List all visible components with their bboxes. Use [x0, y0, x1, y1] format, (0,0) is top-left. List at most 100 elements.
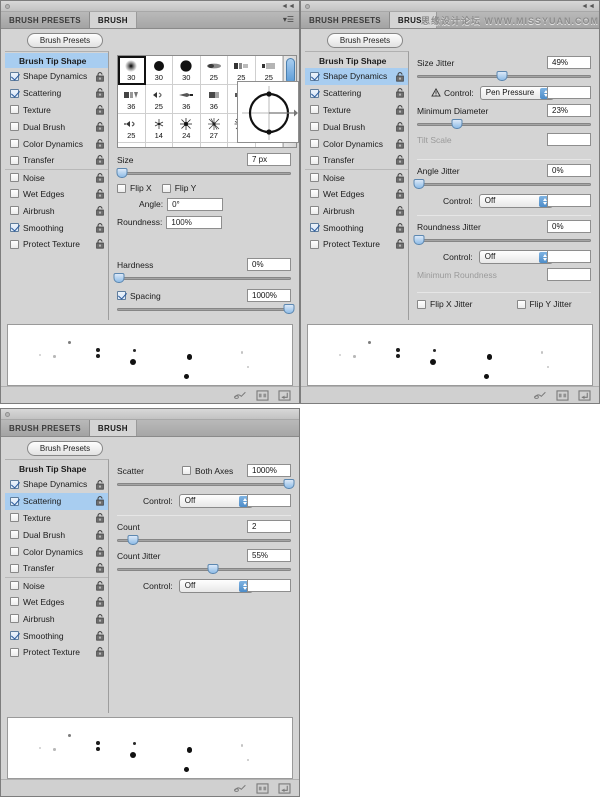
brush-presets-button-bottom[interactable]: Brush Presets: [27, 441, 103, 456]
scatter-field[interactable]: 1000%: [247, 464, 291, 477]
angle-jitter-field[interactable]: 0%: [547, 164, 591, 177]
checkbox-transfer[interactable]: [10, 155, 19, 165]
sidebar-item-wet-edges[interactable]: Wet Edges: [5, 594, 108, 611]
window-close-dot-bottom[interactable]: [5, 412, 10, 417]
panel-menu-icon[interactable]: ▾☰: [283, 16, 294, 24]
lock-icon[interactable]: [396, 189, 404, 199]
tab-brush[interactable]: BRUSH: [89, 12, 137, 28]
angle-roundness-widget[interactable]: [237, 81, 299, 143]
lock-icon[interactable]: [96, 189, 104, 199]
minimum-diameter-slider[interactable]: [417, 118, 591, 130]
lock-icon[interactable]: [96, 563, 104, 574]
checkbox-shape-dynamics[interactable]: [10, 71, 19, 81]
sidebar-item-wet-edges[interactable]: Wet Edges: [5, 186, 108, 203]
brush-stroke-icon-bottom[interactable]: [234, 783, 247, 794]
new-brush-icon[interactable]: [256, 389, 269, 401]
sidebar-item-airbrush[interactable]: Airbrush: [5, 202, 108, 219]
lock-icon[interactable]: [96, 513, 104, 523]
collapse-arrows-icon[interactable]: ◄◄: [281, 3, 295, 10]
sidebar-item-color-dynamics[interactable]: Color Dynamics: [305, 135, 408, 152]
size-jitter-control-select[interactable]: Pen Pressure: [479, 85, 554, 100]
brush-preset-cell[interactable]: [145, 143, 173, 147]
checkbox-shape-dynamics[interactable]: [310, 71, 319, 81]
roundness-field[interactable]: 100%: [166, 215, 223, 229]
sidebar-item-noise[interactable]: Noise: [305, 168, 408, 186]
sidebar-item-transfer[interactable]: Transfer: [5, 560, 108, 577]
checkbox-noise[interactable]: [10, 581, 19, 591]
flip-y-jitter-checkbox[interactable]: [516, 299, 526, 309]
sidebar-item-texture[interactable]: Texture: [5, 102, 108, 119]
spacing-slider[interactable]: [117, 303, 295, 315]
new-brush-icon-bottom[interactable]: [256, 782, 269, 794]
lock-icon[interactable]: [396, 239, 404, 250]
checkbox-noise[interactable]: [10, 173, 19, 183]
count-jitter-control-field[interactable]: [247, 579, 291, 592]
checkbox-protect-texture[interactable]: [10, 647, 19, 657]
size-slider-knob[interactable]: [116, 168, 128, 178]
size-jitter-control-field[interactable]: [547, 86, 591, 99]
checkbox-texture[interactable]: [310, 105, 319, 115]
sidebar-item-smoothing[interactable]: Smoothing: [5, 219, 108, 236]
lock-icon[interactable]: [96, 581, 104, 591]
count-jitter-knob[interactable]: [207, 564, 219, 574]
sidebar-item-brush-tip-shape-right[interactable]: Brush Tip Shape: [305, 53, 408, 68]
brush-preset-cell[interactable]: [173, 143, 201, 147]
delete-brush-icon-right[interactable]: [578, 389, 591, 401]
sidebar-item-wet-edges[interactable]: Wet Edges: [305, 186, 408, 203]
count-jitter-field[interactable]: 55%: [247, 549, 291, 562]
collapse-arrows-icon-right[interactable]: ◄◄: [581, 3, 595, 10]
checkbox-protect-texture[interactable]: [10, 239, 19, 249]
brush-preset-cell[interactable]: [200, 143, 228, 147]
sidebar-item-transfer[interactable]: Transfer: [305, 152, 408, 169]
sidebar-item-noise[interactable]: Noise: [5, 168, 108, 186]
sidebar-item-smoothing[interactable]: Smoothing: [5, 627, 108, 644]
brush-presets-button-right[interactable]: Brush Presets: [327, 33, 403, 48]
checkbox-texture[interactable]: [10, 513, 19, 523]
sidebar-item-brush-tip-shape-bottom[interactable]: Brush Tip Shape: [5, 461, 108, 476]
checkbox-texture[interactable]: [10, 105, 19, 115]
roundness-jitter-control-field[interactable]: [547, 250, 591, 263]
angle-field[interactable]: 0°: [167, 197, 224, 211]
lock-icon[interactable]: [96, 155, 104, 166]
sidebar-item-shape-dynamics[interactable]: Shape Dynamics: [305, 68, 408, 85]
sidebar-item-transfer[interactable]: Transfer: [5, 152, 108, 169]
brush-preset-cell[interactable]: 25: [200, 56, 228, 85]
scatter-slider[interactable]: [117, 478, 295, 490]
checkbox-color-dynamics[interactable]: [310, 139, 319, 149]
lock-icon[interactable]: [396, 105, 404, 115]
sidebar-item-dual-brush[interactable]: Dual Brush: [305, 118, 408, 135]
count-slider[interactable]: [117, 534, 291, 546]
lock-icon[interactable]: [96, 71, 104, 82]
scatter-control-field[interactable]: [247, 494, 291, 507]
checkbox-dual-brush[interactable]: [10, 122, 19, 132]
checkbox-dual-brush[interactable]: [10, 530, 19, 540]
lock-icon[interactable]: [96, 122, 104, 132]
checkbox-scattering[interactable]: [310, 88, 319, 98]
lock-icon[interactable]: [96, 88, 104, 98]
checkbox-color-dynamics[interactable]: [10, 139, 19, 149]
roundness-jitter-control-select[interactable]: Off: [478, 249, 553, 264]
window-close-dot[interactable]: [5, 4, 10, 9]
lock-icon[interactable]: [96, 530, 104, 540]
lock-icon[interactable]: [396, 138, 404, 149]
sidebar-item-texture[interactable]: Texture: [305, 102, 408, 119]
delete-brush-icon[interactable]: [278, 389, 291, 401]
sidebar-item-color-dynamics[interactable]: Color Dynamics: [5, 135, 108, 152]
checkbox-smoothing[interactable]: [10, 631, 19, 641]
lock-icon[interactable]: [96, 630, 104, 641]
hardness-slider-knob[interactable]: [113, 273, 125, 283]
sidebar-item-protect-texture[interactable]: Protect Texture: [5, 644, 108, 661]
checkbox-smoothing[interactable]: [10, 223, 19, 233]
sidebar-item-smoothing[interactable]: Smoothing: [305, 219, 408, 236]
sidebar-item-airbrush[interactable]: Airbrush: [305, 202, 408, 219]
lock-icon[interactable]: [96, 205, 104, 216]
lock-icon[interactable]: [396, 173, 404, 183]
sidebar-item-brush-tip-shape[interactable]: Brush Tip Shape: [5, 53, 108, 68]
brush-preset-cell[interactable]: 24: [173, 114, 201, 143]
brush-stroke-icon[interactable]: [234, 390, 247, 401]
size-jitter-knob[interactable]: [496, 71, 508, 81]
checkbox-wet-edges[interactable]: [10, 189, 19, 199]
sidebar-item-color-dynamics[interactable]: Color Dynamics: [5, 543, 108, 560]
minimum-diameter-knob[interactable]: [451, 119, 463, 129]
size-jitter-slider[interactable]: [417, 70, 591, 82]
